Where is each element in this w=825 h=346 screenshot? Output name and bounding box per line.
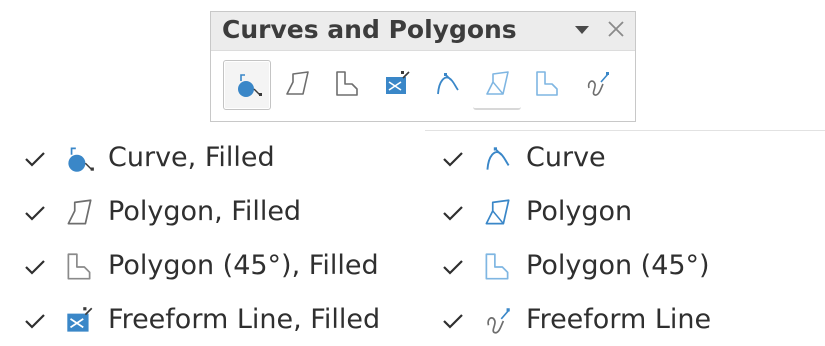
- list-item-label: Freeform Line: [526, 304, 712, 335]
- curves-and-polygons-toolbar: Curves and Polygons: [210, 11, 636, 122]
- checkmark-icon: [443, 260, 463, 275]
- freeform-line-icon: [487, 308, 510, 334]
- checkmark-icon: [443, 152, 463, 167]
- freeform-line-icon: [587, 72, 609, 96]
- polygon-filled-icon: [67, 199, 92, 225]
- polygon-45-filled-icon: [67, 253, 91, 280]
- list-item-label: Polygon: [526, 196, 633, 227]
- checkmark-icon: [25, 260, 45, 275]
- freeform-line-filled-icon: [67, 307, 93, 332]
- list-item-label: Curve, Filled: [108, 142, 275, 173]
- polygon-45-filled-icon: [336, 71, 358, 96]
- freeform-line-filled-icon: [386, 71, 410, 94]
- tool-polygon-45-button[interactable]: [523, 60, 571, 110]
- list-item-label: Freeform Line, Filled: [108, 304, 381, 335]
- visible-buttons-list: Curve, Filled Polygon, Filled Polygon (4…: [0, 130, 825, 345]
- triangle-down-icon[interactable]: [569, 17, 595, 43]
- curve-filled-icon: [68, 147, 94, 172]
- curve-icon: [486, 147, 510, 170]
- list-item-label: Polygon, Filled: [108, 196, 302, 227]
- toolbar-title: Curves and Polygons: [222, 15, 517, 44]
- checkmark-icon: [25, 152, 45, 167]
- toolbar-title-bar[interactable]: Curves and Polygons: [211, 12, 635, 51]
- list-item-label: Curve: [526, 142, 606, 173]
- tool-polygon-button[interactable]: [473, 60, 521, 110]
- polygon-45-icon: [536, 71, 558, 96]
- tool-curve-filled-button[interactable]: [223, 60, 271, 110]
- polygon-icon: [486, 71, 509, 95]
- polygon-icon: [485, 199, 510, 225]
- list-item-label: Polygon (45°): [526, 250, 710, 281]
- tool-curve-button[interactable]: [423, 60, 471, 110]
- divider: [425, 130, 825, 131]
- polygon-filled-icon: [286, 71, 309, 95]
- tool-freeform-line-button[interactable]: [573, 60, 621, 110]
- list-item-label: Polygon (45°), Filled: [108, 250, 379, 281]
- tool-polygon-filled-button[interactable]: [273, 60, 321, 110]
- close-icon[interactable]: [603, 16, 629, 42]
- curve-icon: [437, 73, 459, 95]
- checkmark-icon: [443, 206, 463, 221]
- checkmark-icon: [443, 314, 463, 329]
- checkmark-icon: [25, 314, 45, 329]
- curve-filled-icon: [238, 74, 262, 97]
- checkmark-icon: [25, 206, 45, 221]
- tool-polygon-45-filled-button[interactable]: [323, 60, 371, 110]
- polygon-45-icon: [485, 253, 509, 280]
- tool-freeform-line-filled-button[interactable]: [373, 60, 421, 110]
